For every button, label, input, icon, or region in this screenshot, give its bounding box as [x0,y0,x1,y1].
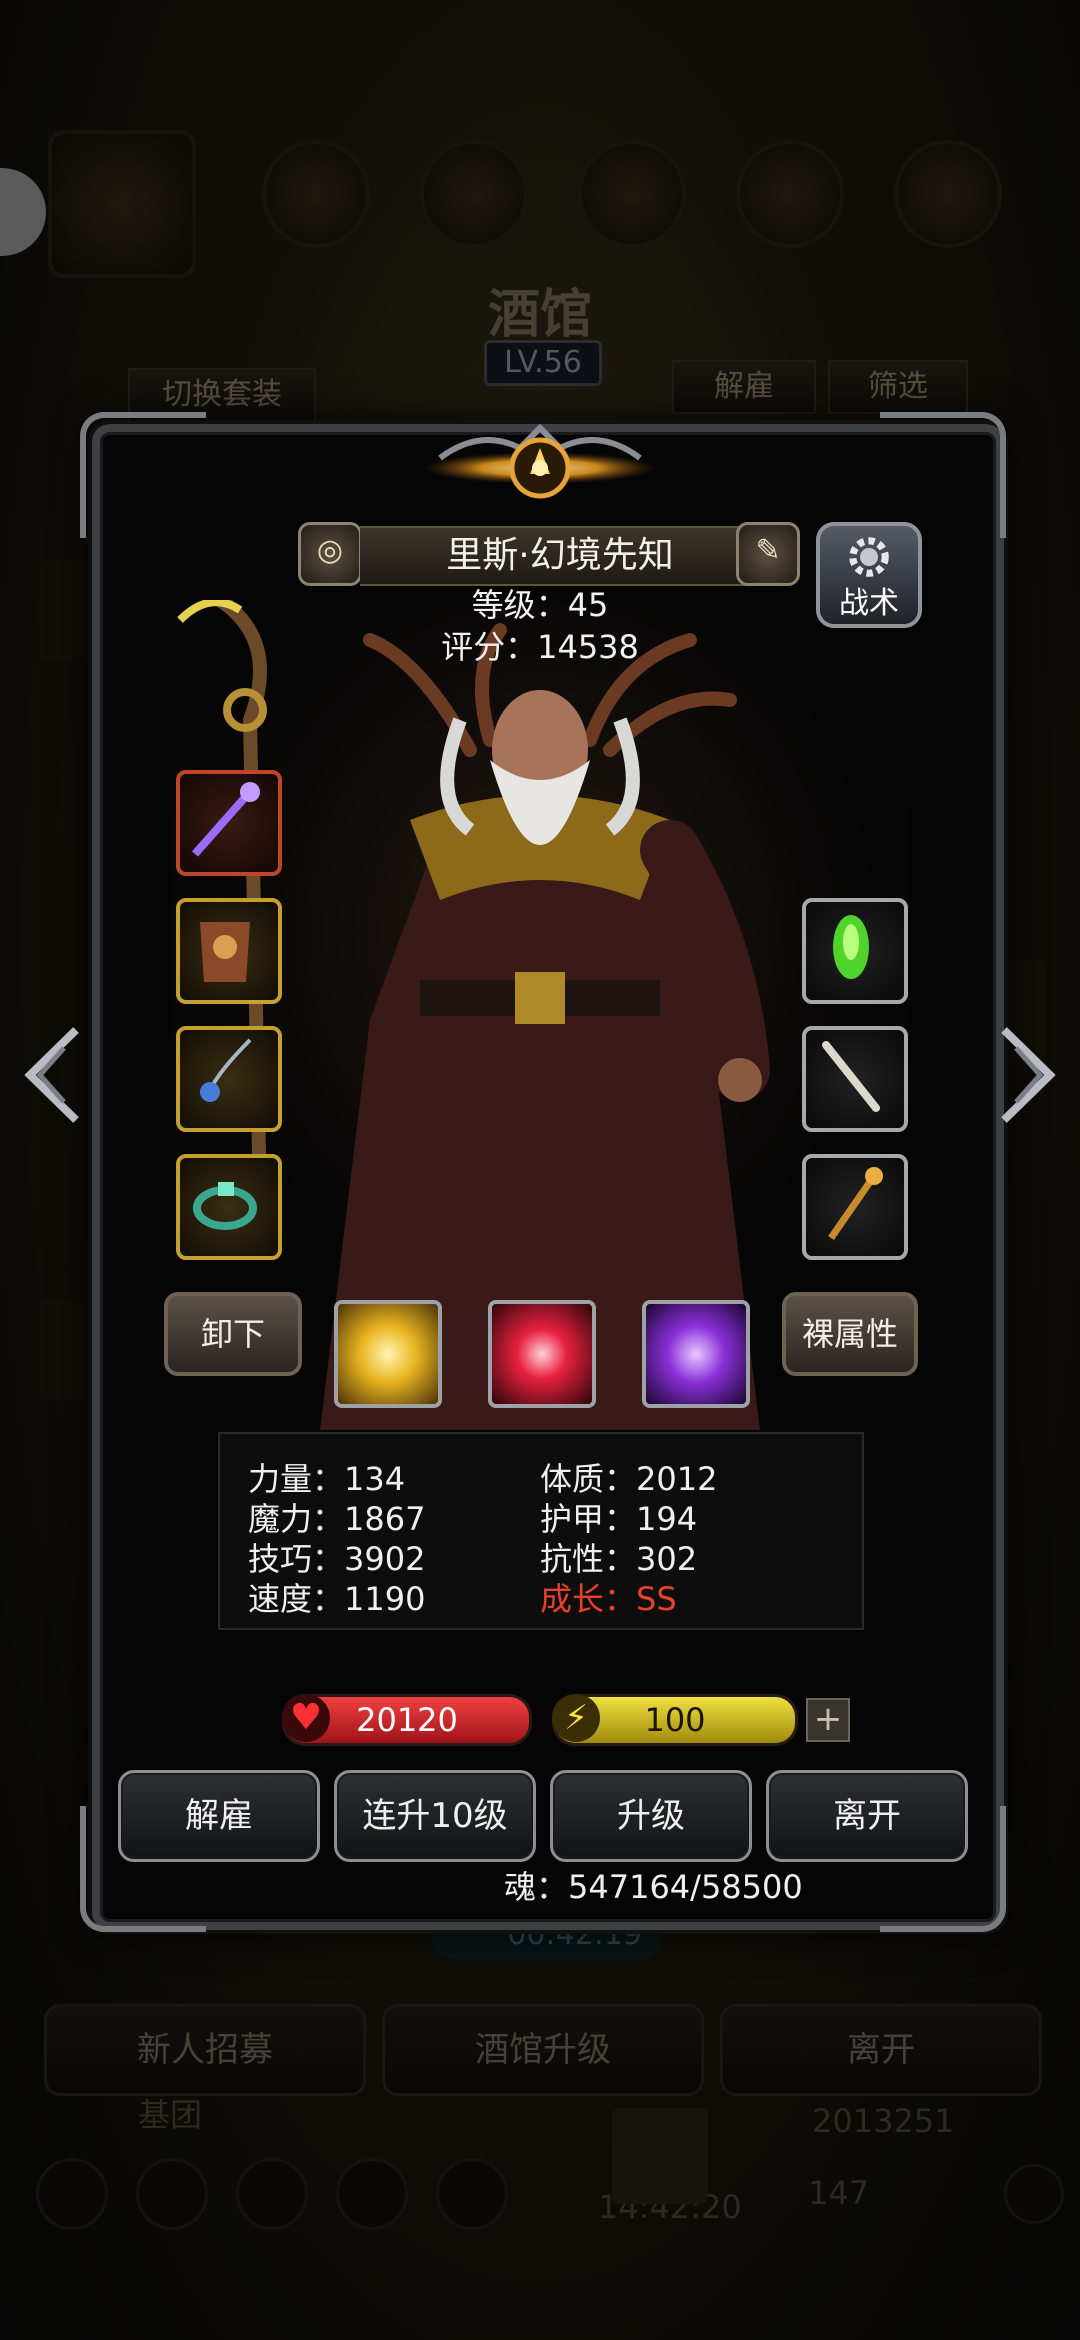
previous-hero-arrow-icon[interactable] [16,1020,86,1130]
unequip-button[interactable]: 卸下 [164,1292,302,1376]
bg-side-panel [40,1300,86,1400]
equipment-slot-ring[interactable] [176,1154,282,1260]
tavern-level: LV.56 [484,340,602,386]
bg-chat-bubble-icon [0,168,46,256]
hero-badge-icon[interactable]: ◎ [298,522,362,586]
bottom-nav-icon[interactable] [336,2158,408,2230]
tavern-title: 酒馆 [487,284,592,345]
amulet-icon [200,1038,252,1102]
bg-hero-tab-icon [262,140,370,248]
add-energy-button[interactable]: + [806,1698,850,1742]
gem-amount: 147 [808,2174,870,2212]
frame-corner-ornament [80,412,206,538]
bottom-nav-icon[interactable] [436,2158,508,2230]
hero-score: 评分：14538 [441,628,639,666]
soul-counter: 魂：547164/58500 [504,1868,803,1906]
ring-icon [193,1182,257,1230]
leave-button[interactable]: 离开 [766,1770,968,1862]
armor-icon [200,922,250,982]
bg-hero-tab-icon [420,140,528,248]
stat-growth: 成长：SS [540,1580,677,1618]
skill-slot-3[interactable] [642,1300,750,1408]
equipment-slot-gem[interactable] [802,898,908,1004]
skill-slot-1[interactable] [334,1300,442,1408]
lightning-icon: ⚡ [552,1694,600,1742]
add-icon[interactable] [1004,2164,1064,2224]
gem-icon [833,915,869,979]
filter-button[interactable]: 筛选 [828,360,968,414]
bone-icon [822,1041,880,1112]
equipment-slot-weapon[interactable] [176,770,282,876]
hero-name: 里斯·幻境先知 [360,526,760,586]
gift-box-icon[interactable] [612,2108,708,2204]
crest-emblem-icon [422,423,658,499]
bottom-nav-icon[interactable] [236,2158,308,2230]
bottom-nav-icon[interactable] [136,2158,208,2230]
bg-leave-button[interactable]: 离开 [720,2004,1042,2096]
level-up-10-button[interactable]: 连升10级 [334,1770,536,1862]
equipment-slot-amulet[interactable] [176,1026,282,1132]
staff-icon [192,782,260,857]
gold-amount: 2013251 [812,2102,955,2140]
equipment-slot-armor[interactable] [176,898,282,1004]
bg-side-panel [40,560,86,660]
rename-edit-icon[interactable]: ✎ [736,522,800,586]
bg-hero-tab-icon [578,140,686,248]
hero-level: 等级：45 [471,586,609,624]
heart-icon: ♥ [282,1694,330,1742]
tactics-label: 战术 [839,586,899,621]
upgrade-tavern-button[interactable]: 酒馆升级 [382,2004,704,2096]
bottom-nav-icon[interactable] [36,2158,108,2230]
bg-hero-tab-icon [894,140,1002,248]
level-up-button[interactable]: 升级 [550,1770,752,1862]
scepter-icon [828,1167,883,1240]
guild-label: 基团 [138,2096,203,2134]
gear-icon [849,537,889,577]
equipment-slot-bone[interactable] [802,1026,908,1132]
base-attributes-button[interactable]: 裸属性 [782,1292,918,1376]
bg-hero-tab-icon [48,130,196,278]
tactics-button[interactable]: 战术 [816,522,922,628]
next-hero-arrow-icon[interactable] [994,1020,1064,1130]
frame-corner-ornament [880,412,1006,538]
equipment-slot-scepter[interactable] [802,1154,908,1260]
bg-hero-tab-icon [736,140,844,248]
new-recruit-button[interactable]: 新人招募 [44,2004,366,2096]
bg-dismiss-button[interactable]: 解雇 [672,360,816,414]
dismiss-button[interactable]: 解雇 [118,1770,320,1862]
skill-slot-2[interactable] [488,1300,596,1408]
stat-speed: 速度：1190 [248,1580,426,1618]
